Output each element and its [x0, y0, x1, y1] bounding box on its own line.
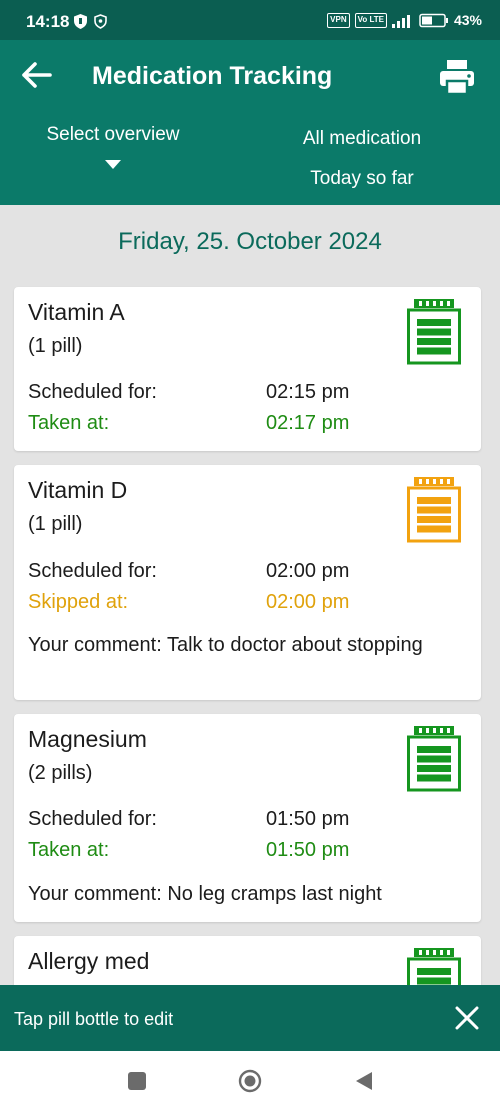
medication-name: Vitamin D	[28, 477, 128, 503]
recents-icon[interactable]	[125, 1069, 149, 1093]
shield-icon	[74, 14, 87, 29]
medication-dose: (1 pill)	[28, 335, 83, 357]
back-arrow-icon[interactable]	[20, 58, 54, 92]
home-icon[interactable]	[238, 1069, 262, 1093]
medication-name: Magnesium	[28, 726, 147, 752]
close-icon[interactable]	[454, 1005, 480, 1031]
caret-down-icon	[105, 160, 121, 169]
system-nav-bar	[0, 1051, 500, 1111]
volte-badge: Vo LTE	[354, 12, 387, 28]
signal-icon	[391, 14, 410, 28]
snackbar-text: Tap pill bottle to edit	[14, 1009, 174, 1029]
medication-name: Allergy med	[28, 948, 150, 974]
medication-dose: (1 pill)	[28, 513, 83, 535]
taken-time: 02:17 pm	[266, 412, 350, 434]
privacy-icon	[94, 14, 107, 29]
taken-time: 01:50 pm	[266, 839, 350, 861]
date-heading: Friday, 25. October 2024	[118, 228, 382, 255]
page-title: Medication Tracking	[92, 62, 333, 90]
scheduled-label: Scheduled for:	[28, 808, 157, 830]
medication-filter[interactable]: All medication	[262, 128, 462, 150]
medication-card: Vitamin A (1 pill) Scheduled for: 02:15 …	[14, 287, 481, 451]
medication-name: Vitamin A	[28, 299, 125, 325]
medication-dose: (2 pills)	[28, 762, 93, 784]
skipped-label: Skipped at:	[28, 591, 129, 613]
status-bar: 14:18 VPN Vo LTE 43%	[0, 0, 500, 40]
scheduled-time: 01:50 pm	[266, 808, 350, 830]
scheduled-time: 02:00 pm	[266, 560, 350, 582]
status-time: 14:18	[26, 12, 70, 31]
scheduled-label: Scheduled for:	[28, 381, 157, 403]
pill-bottle-icon[interactable]	[407, 299, 461, 365]
medication-card: Magnesium (2 pills) Scheduled for: 01:50…	[14, 714, 481, 922]
overview-select-label: Select overview	[46, 124, 180, 145]
scheduled-time: 02:15 pm	[266, 381, 350, 403]
taken-label: Taken at:	[28, 412, 110, 434]
pill-bottle-icon[interactable]	[407, 726, 461, 792]
medication-comment: Your comment: No leg cramps last night	[28, 883, 382, 905]
time-range-filter[interactable]: Today so far	[262, 168, 462, 190]
overview-select[interactable]: Select overview	[18, 124, 208, 169]
scheduled-label: Scheduled for:	[28, 560, 157, 582]
taken-label: Taken at:	[28, 839, 110, 861]
print-icon[interactable]	[438, 58, 476, 96]
pill-bottle-icon[interactable]	[407, 477, 461, 543]
battery-icon	[419, 13, 448, 27]
snackbar: Tap pill bottle to edit	[0, 985, 500, 1051]
vpn-badge: VPN	[327, 12, 350, 28]
skipped-time: 02:00 pm	[266, 591, 350, 613]
battery-percent: 43%	[453, 12, 482, 28]
app-bar: Medication Tracking Select overview All …	[0, 40, 500, 205]
back-icon[interactable]	[352, 1069, 376, 1093]
medication-comment: Your comment: Talk to doctor about stopp…	[28, 634, 423, 656]
medication-card: Vitamin D (1 pill) Scheduled for: 02:00 …	[14, 465, 481, 700]
